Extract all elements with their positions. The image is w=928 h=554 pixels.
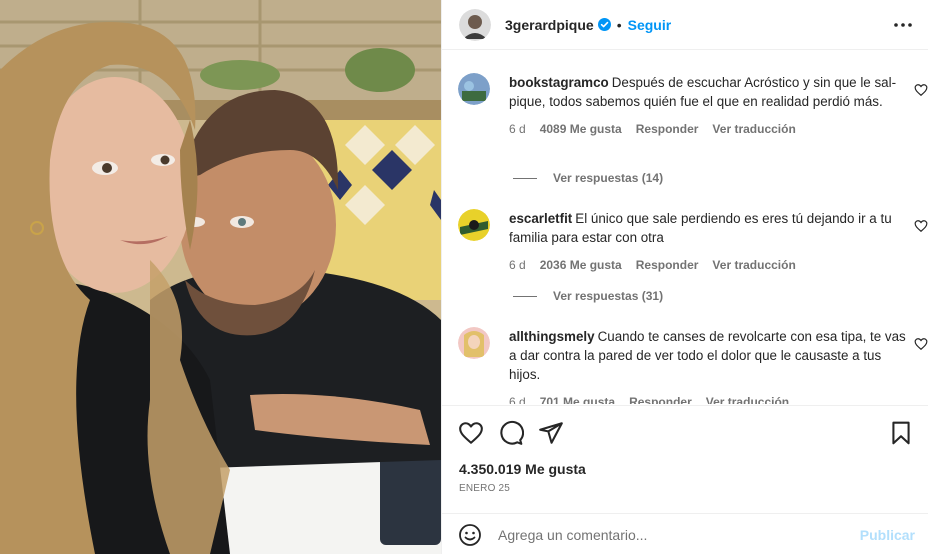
reply-button[interactable]: Responder [636, 120, 699, 139]
verified-badge-icon [597, 18, 611, 31]
comment-username[interactable]: escarletfit [509, 211, 572, 226]
comment-body: escarletfit El único que sale perdiendo e… [509, 209, 907, 275]
post-sidebar: 3gerardpique • Seguir bookstagramco Despu… [441, 0, 928, 554]
comment-username[interactable]: allthingsmely [509, 329, 595, 344]
comment-username[interactable]: bookstagramco [509, 75, 609, 90]
comment-body: allthingsmely Cuando te canses de revolca… [509, 327, 907, 404]
post-date[interactable]: ENERO 25 [459, 483, 510, 494]
comment-age[interactable]: 6 d [509, 256, 526, 275]
view-replies-label: Ver respuestas (31) [553, 289, 664, 303]
comment-input[interactable] [498, 526, 860, 543]
emoji-icon[interactable] [458, 523, 482, 547]
comment-age[interactable]: 6 d [509, 120, 526, 139]
comment-like-heart-icon[interactable] [914, 337, 928, 351]
view-replies-button[interactable]: Ver respuestas (31) [513, 289, 663, 303]
comment-meta: 6 d 2036 Me gusta Responder Ver traducci… [509, 256, 907, 275]
author-avatar[interactable] [459, 8, 491, 41]
comment-like-heart-icon[interactable] [914, 219, 928, 233]
comment-likes[interactable]: 2036 Me gusta [540, 256, 622, 275]
share-paper-plane-icon[interactable] [538, 420, 564, 446]
translate-button[interactable]: Ver traducción [712, 120, 795, 139]
view-replies-label: Ver respuestas (14) [553, 171, 664, 185]
translate-button[interactable]: Ver traducción [706, 393, 789, 404]
action-icons-row [458, 420, 914, 446]
post-header: 3gerardpique • Seguir [442, 0, 928, 50]
comment-body: bookstagramco Después de escuchar Acrósti… [509, 73, 907, 139]
replies-line [513, 295, 537, 297]
commenter-avatar[interactable] [458, 209, 490, 241]
commenter-avatar[interactable] [458, 73, 490, 105]
replies-line [513, 177, 537, 179]
more-options-icon[interactable] [891, 13, 915, 37]
translate-button[interactable]: Ver traducción [712, 256, 795, 275]
reply-button[interactable]: Responder [636, 256, 699, 275]
view-replies-button[interactable]: Ver respuestas (14) [513, 171, 663, 185]
comments-list[interactable]: bookstagramco Después de escuchar Acrósti… [442, 51, 928, 404]
reply-button[interactable]: Responder [629, 393, 692, 404]
comment-like-heart-icon[interactable] [914, 83, 928, 97]
add-comment-bar: Publicar [442, 513, 928, 554]
post-photo[interactable] [0, 0, 441, 554]
comment-bubble-icon[interactable] [498, 420, 525, 446]
header-separator: • [616, 16, 622, 33]
comment-meta: 6 d 4089 Me gusta Responder Ver traducci… [509, 120, 907, 139]
follow-button[interactable]: Seguir [628, 17, 672, 33]
comment-age[interactable]: 6 d [509, 393, 526, 404]
comment-likes[interactable]: 701 Me gusta [540, 393, 615, 404]
comment-likes[interactable]: 4089 Me gusta [540, 120, 622, 139]
publish-button[interactable]: Publicar [860, 527, 915, 543]
post-actions: 4.350.019 Me gusta ENERO 25 Publicar [442, 405, 928, 554]
like-heart-icon[interactable] [458, 420, 484, 446]
comment-meta: 6 d 701 Me gusta Responder Ver traducció… [509, 393, 907, 404]
post-likes-count[interactable]: 4.350.019 Me gusta [459, 461, 586, 477]
commenter-avatar[interactable] [458, 327, 490, 359]
author-username[interactable]: 3gerardpique [505, 17, 594, 33]
save-bookmark-icon[interactable] [888, 420, 914, 446]
